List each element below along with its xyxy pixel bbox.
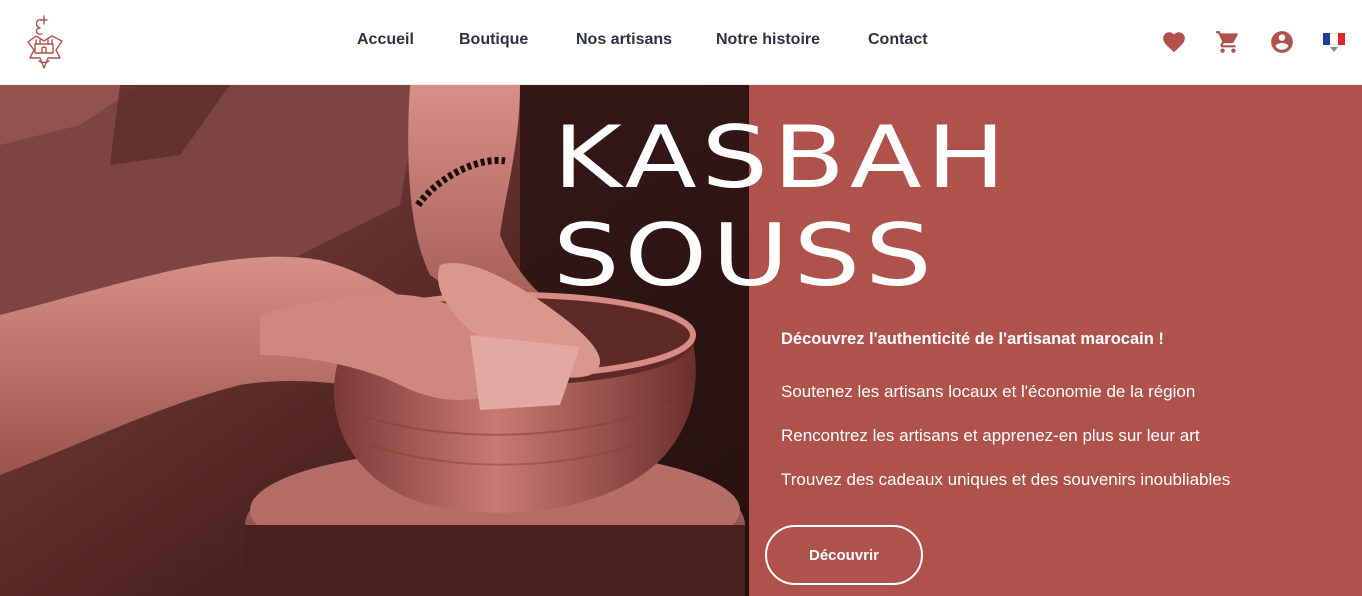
chevron-down-icon[interactable] xyxy=(1330,47,1338,52)
discover-button[interactable]: Découvrir xyxy=(765,525,923,585)
account-icon[interactable] xyxy=(1269,29,1295,55)
hero-section: KASBAH SOUSS Découvrez l'authenticité de… xyxy=(0,85,1362,596)
cart-icon[interactable] xyxy=(1215,29,1241,55)
heart-icon[interactable] xyxy=(1161,29,1187,55)
main-nav: Accueil Boutique Nos artisans Notre hist… xyxy=(0,0,1362,85)
hero-title: KASBAH SOUSS xyxy=(553,109,1010,305)
site-header: Accueil Boutique Nos artisans Notre hist… xyxy=(0,0,1362,85)
benefit-item: Trouvez des cadeaux uniques et des souve… xyxy=(781,470,1231,489)
nav-boutique[interactable]: Boutique xyxy=(459,31,528,49)
flag-fr-icon[interactable] xyxy=(1323,33,1345,45)
benefit-item: Rencontrez les artisans et apprenez-en p… xyxy=(781,426,1200,445)
nav-contact[interactable]: Contact xyxy=(868,31,928,49)
hero-title-line-1: KASBAH xyxy=(553,108,1011,208)
nav-notre-histoire[interactable]: Notre histoire xyxy=(716,31,820,49)
benefit-item: Soutenez les artisans locaux et l'économ… xyxy=(781,382,1196,401)
hero-tagline: Découvrez l'authenticité de l'artisanat … xyxy=(781,330,1164,348)
hero-title-line-2: SOUSS xyxy=(553,206,937,306)
nav-accueil[interactable]: Accueil xyxy=(357,31,414,49)
nav-nos-artisans[interactable]: Nos artisans xyxy=(576,31,672,49)
